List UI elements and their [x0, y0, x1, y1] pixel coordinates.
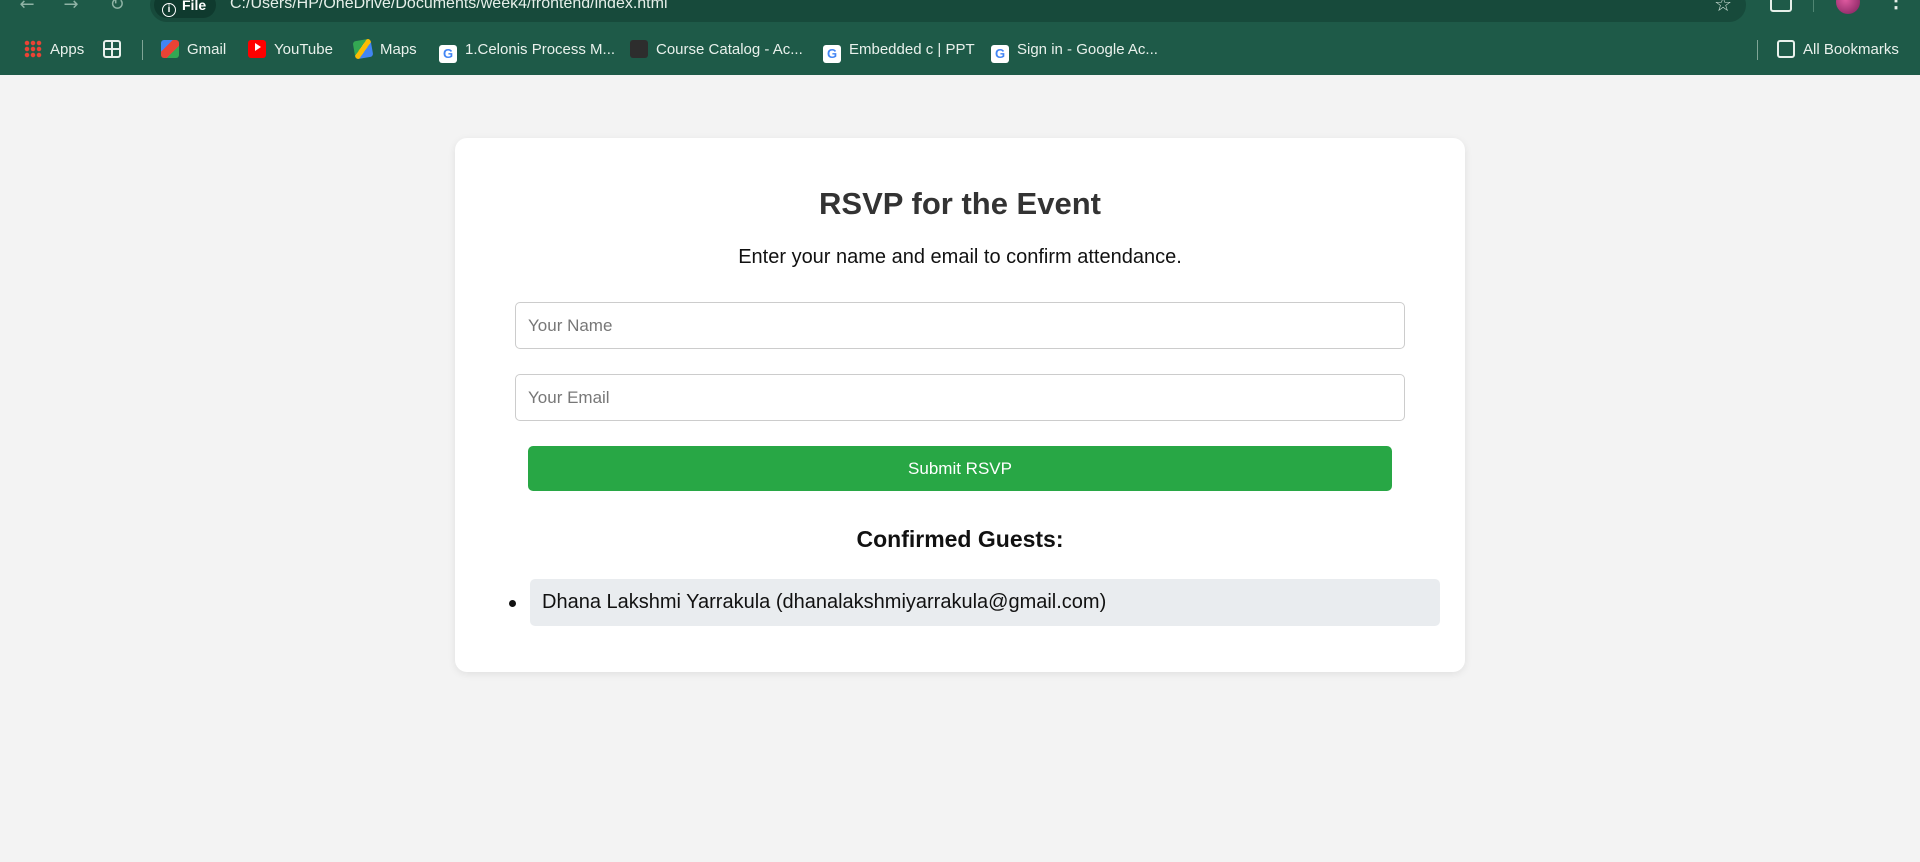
bookmark-label: Course Catalog - Ac... [656, 41, 803, 58]
bookmark-course-catalog[interactable]: Course Catalog - Ac... [630, 39, 803, 61]
bookmark-google-signin[interactable]: G Sign in - Google Ac... [991, 39, 1158, 63]
bookmark-label: Sign in - Google Ac... [1017, 41, 1158, 58]
bookmark-label: Maps [380, 41, 417, 58]
list-item: Dhana Lakshmi Yarrakula (dhanalakshmiyar… [509, 579, 1440, 626]
browser-chrome: ← → ↻ i File C:/Users/HP/OneDrive/Documen… [0, 0, 1920, 75]
gmail-icon [161, 40, 179, 58]
graduation-cap-icon [630, 40, 648, 58]
google-icon: G [991, 45, 1009, 63]
bookmark-label: YouTube [274, 41, 333, 58]
bookmark-celonis[interactable]: G 1.Celonis Process M... [439, 39, 616, 63]
guests-heading: Confirmed Guests: [856, 526, 1064, 552]
bookmark-embedded-c[interactable]: G Embedded c | PPT [823, 39, 975, 63]
all-bookmarks-label: All Bookmarks [1803, 41, 1899, 58]
site-info-chip[interactable]: i File [154, 0, 217, 18]
bookmark-youtube[interactable]: YouTube [248, 39, 333, 61]
youtube-icon [248, 40, 266, 58]
bookmark-gmail[interactable]: Gmail [161, 39, 226, 61]
submit-rsvp-button[interactable]: Submit RSVP [528, 446, 1392, 491]
bookmark-label: Gmail [187, 41, 227, 58]
bullet-icon [509, 600, 516, 607]
google-icon: G [823, 45, 841, 63]
reload-button[interactable]: ↻ [106, 0, 128, 16]
browser-menu-icon[interactable]: ⋮ [1886, 0, 1906, 13]
all-bookmarks-button[interactable]: All Bookmarks [1777, 39, 1899, 61]
tab-groups-icon [103, 40, 121, 58]
bookmarks-bar: Apps Gmail YouTube Maps G 1.Celonis Proce… [0, 36, 1920, 64]
forward-button[interactable]: → [60, 0, 82, 16]
page-title: RSVP for the Event [819, 186, 1101, 221]
bookmark-star-icon[interactable]: ☆ [1714, 0, 1732, 16]
bookmark-label: Apps [50, 41, 85, 58]
guest-entry: Dhana Lakshmi Yarrakula (dhanalakshmiyar… [542, 591, 1107, 613]
toolbar-divider [1813, 0, 1814, 12]
folder-icon [1777, 40, 1795, 58]
info-icon: i [162, 3, 176, 17]
back-button[interactable]: ← [16, 0, 38, 16]
email-input[interactable] [515, 374, 1405, 421]
google-icon: G [439, 45, 457, 63]
bookmarks-divider [142, 40, 143, 60]
bookmark-maps[interactable]: Maps [352, 38, 417, 61]
extensions-icon[interactable] [1770, 0, 1792, 12]
bookmark-apps[interactable]: Apps [24, 39, 84, 61]
site-chip-label: File [182, 0, 207, 13]
profile-avatar[interactable] [1836, 0, 1860, 14]
bookmark-label: Embedded c | PPT [849, 41, 975, 58]
bookmark-label: 1.Celonis Process M... [465, 41, 616, 58]
url-text[interactable]: C:/Users/HP/OneDrive/Documents/week4/fro… [230, 0, 668, 20]
bookmarks-divider [1757, 40, 1758, 60]
guest-list: Dhana Lakshmi Yarrakula (dhanalakshmiyar… [509, 579, 1440, 626]
address-bar[interactable]: i File C:/Users/HP/OneDrive/Documents/wee… [150, 0, 1746, 22]
maps-icon [352, 38, 374, 60]
apps-icon [24, 40, 42, 58]
page-subtitle: Enter your name and email to confirm att… [738, 246, 1182, 268]
tab-groups-button[interactable] [103, 39, 129, 61]
rsvp-card: RSVP for the Event Enter your name and e… [455, 138, 1465, 672]
browser-toolbar: ← → ↻ i File C:/Users/HP/OneDrive/Documen… [0, 0, 1920, 22]
name-input[interactable] [515, 302, 1405, 349]
